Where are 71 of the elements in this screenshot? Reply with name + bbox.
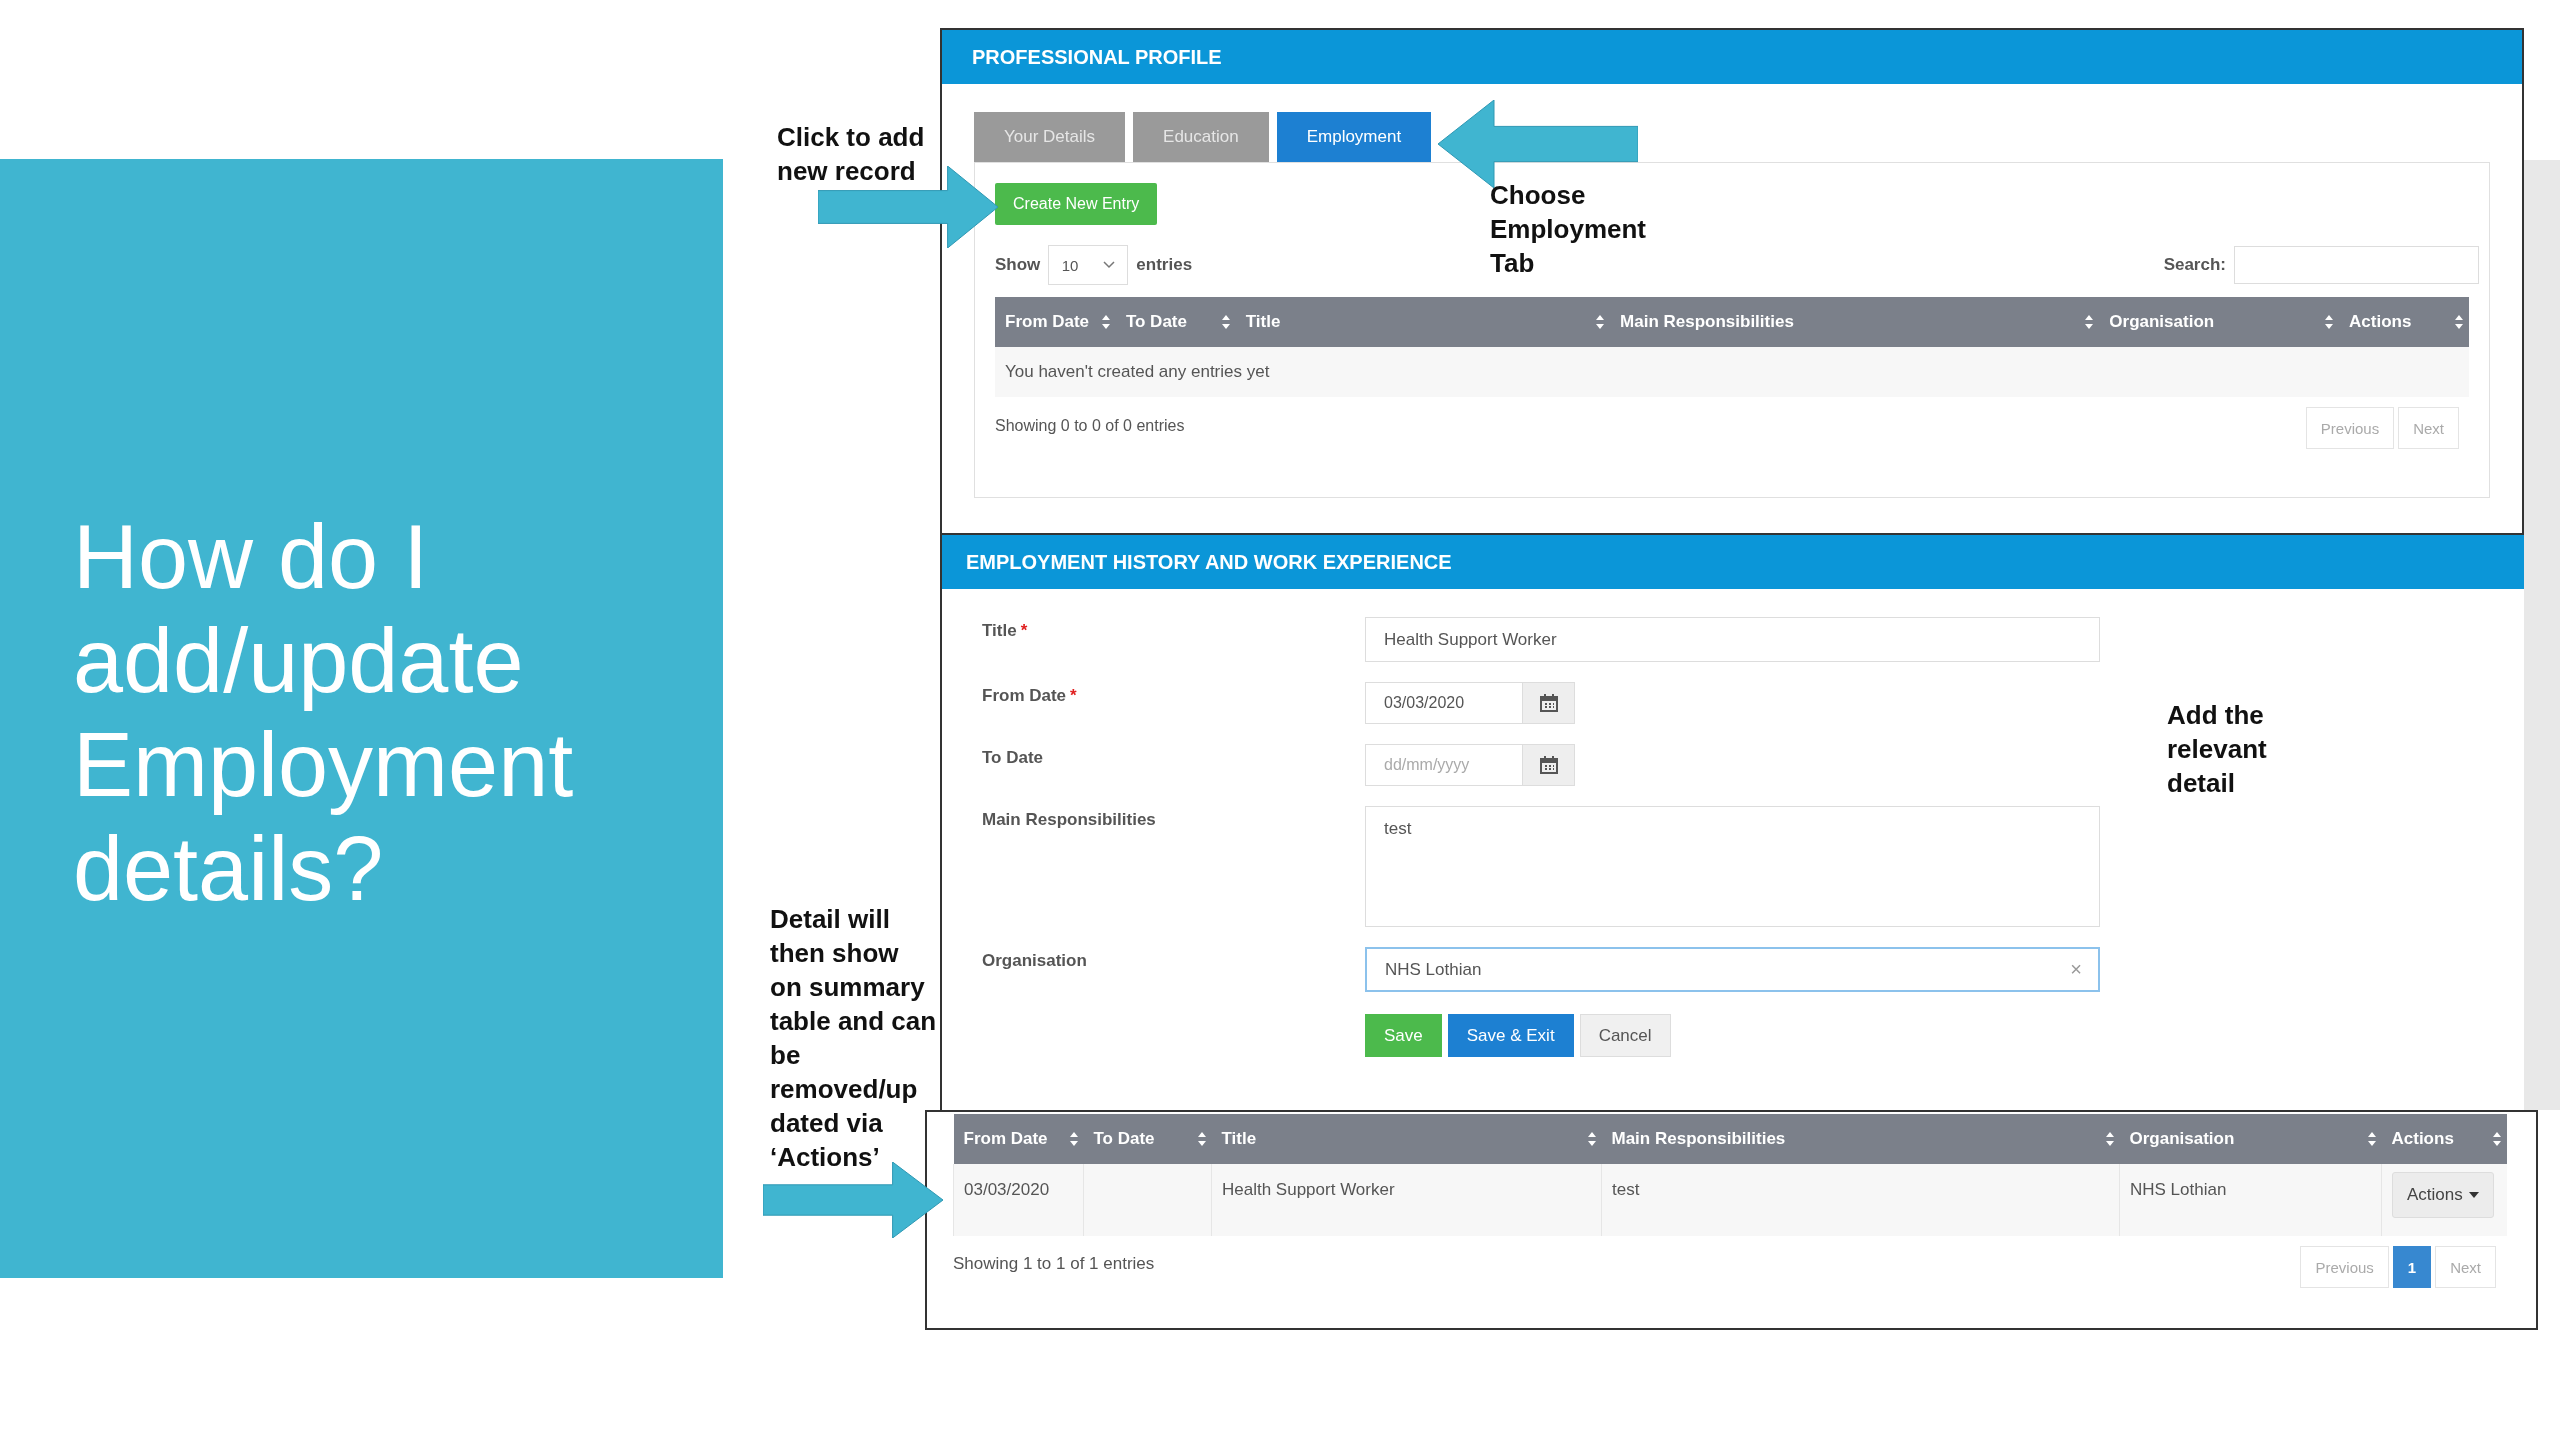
previous-button[interactable]: Previous [2305,407,2395,449]
column-header[interactable]: Actions [2381,1114,2507,1164]
sort-icon[interactable] [2105,1132,2114,1146]
sort-icon[interactable] [2085,315,2094,329]
table-info: Showing 1 to 1 of 1 entries [953,1254,1155,1274]
tab[interactable]: Employment [1276,112,1432,162]
empty-message: You haven't created any entries yet [995,347,2469,397]
sort-icon[interactable] [1596,315,1605,329]
panel-header: PROFESSIONAL PROFILE [942,30,2522,84]
sort-icon[interactable] [1197,1132,1206,1146]
callout-text: Choose Employment Tab [1490,179,1647,280]
calendar-button[interactable] [1523,744,1575,786]
date-field[interactable]: dd/mm/yyyy [1365,744,1523,786]
search-label: Search: [2163,255,2226,275]
callout-text: Click to add new record [777,121,925,188]
sort-icon[interactable] [2455,315,2463,329]
calendar-button[interactable] [1523,682,1575,724]
form-button[interactable]: Cancel [1579,1014,1671,1057]
form-button[interactable]: Save [1365,1014,1442,1057]
sort-icon[interactable] [1069,1132,1078,1146]
panel-header: EMPLOYMENT HISTORY AND WORK EXPERIENCE [942,535,2524,589]
field-label: Main Responsibilities [982,809,1157,831]
field-label: Title * [982,620,1029,642]
tab[interactable]: Your Details [974,112,1126,162]
column-header[interactable]: Actions [2339,297,2469,347]
column-header[interactable]: Main Responsibilities [1610,297,2100,347]
column-header[interactable]: Organisation [2099,297,2340,347]
column-header[interactable]: Main Responsibilities [1601,1114,2120,1164]
column-header[interactable]: From Date [995,297,1116,347]
sort-icon[interactable] [2367,1132,2376,1146]
callout-text: Detail will then show on summary table and can be removed/up dated via ‘Actions’ [770,903,937,1174]
table-info: Showing 0 to 0 of 0 entries [995,417,1185,435]
table-cell: test [1601,1164,2120,1236]
actions-button[interactable]: Actions [2392,1172,2494,1218]
text-area[interactable]: test [1365,806,2100,927]
page-button[interactable]: 1 [2392,1246,2432,1288]
text-field[interactable]: Health Support Worker [1365,617,2100,662]
entries-dropdown[interactable]: 10 [1048,245,1129,285]
next-button[interactable]: Next [2435,1246,2496,1288]
sort-icon[interactable] [2325,315,2334,329]
form-button[interactable]: Save & Exit [1447,1014,1574,1057]
entries-label: entries [1136,255,1193,275]
slide-title: How do I add/update Employment details? [73,506,575,921]
search-field[interactable] [2234,246,2479,284]
column-header[interactable]: From Date [953,1114,1084,1164]
column-header[interactable]: Organisation [2119,1114,2382,1164]
column-header[interactable]: To Date [1115,297,1236,347]
callout-text: Add the relevant detail [2167,699,2267,800]
text-field[interactable]: NHS Lothian × [1365,947,2100,992]
sort-icon[interactable] [1221,315,1230,329]
field-label: From Date * [982,685,1078,707]
calendar-icon [1539,694,1558,712]
sort-icon[interactable] [1587,1132,1596,1146]
table-cell: Health Support Worker [1211,1164,1602,1236]
chevron-icon [1103,261,1115,269]
table-cell: 03/03/2020 [953,1164,1084,1236]
calendar-icon [1539,756,1558,774]
field-label: To Date [982,747,1045,769]
date-field[interactable]: 03/03/2020 [1365,682,1523,724]
tab[interactable]: Education [1133,112,1269,162]
column-header[interactable]: To Date [1083,1114,1212,1164]
show-label: Show [995,255,1041,275]
previous-button[interactable]: Previous [2300,1246,2389,1288]
create-button[interactable]: Create New Entry [995,183,1158,225]
table-cell: NHS Lothian [2119,1164,2382,1236]
sort-icon[interactable] [2492,1132,2501,1146]
field-label: Organisation [982,950,1088,972]
sort-icon[interactable] [1101,315,1110,329]
column-header[interactable]: Title [1235,297,1611,347]
next-button[interactable]: Next [2398,407,2459,449]
column-header[interactable]: Title [1211,1114,1602,1164]
